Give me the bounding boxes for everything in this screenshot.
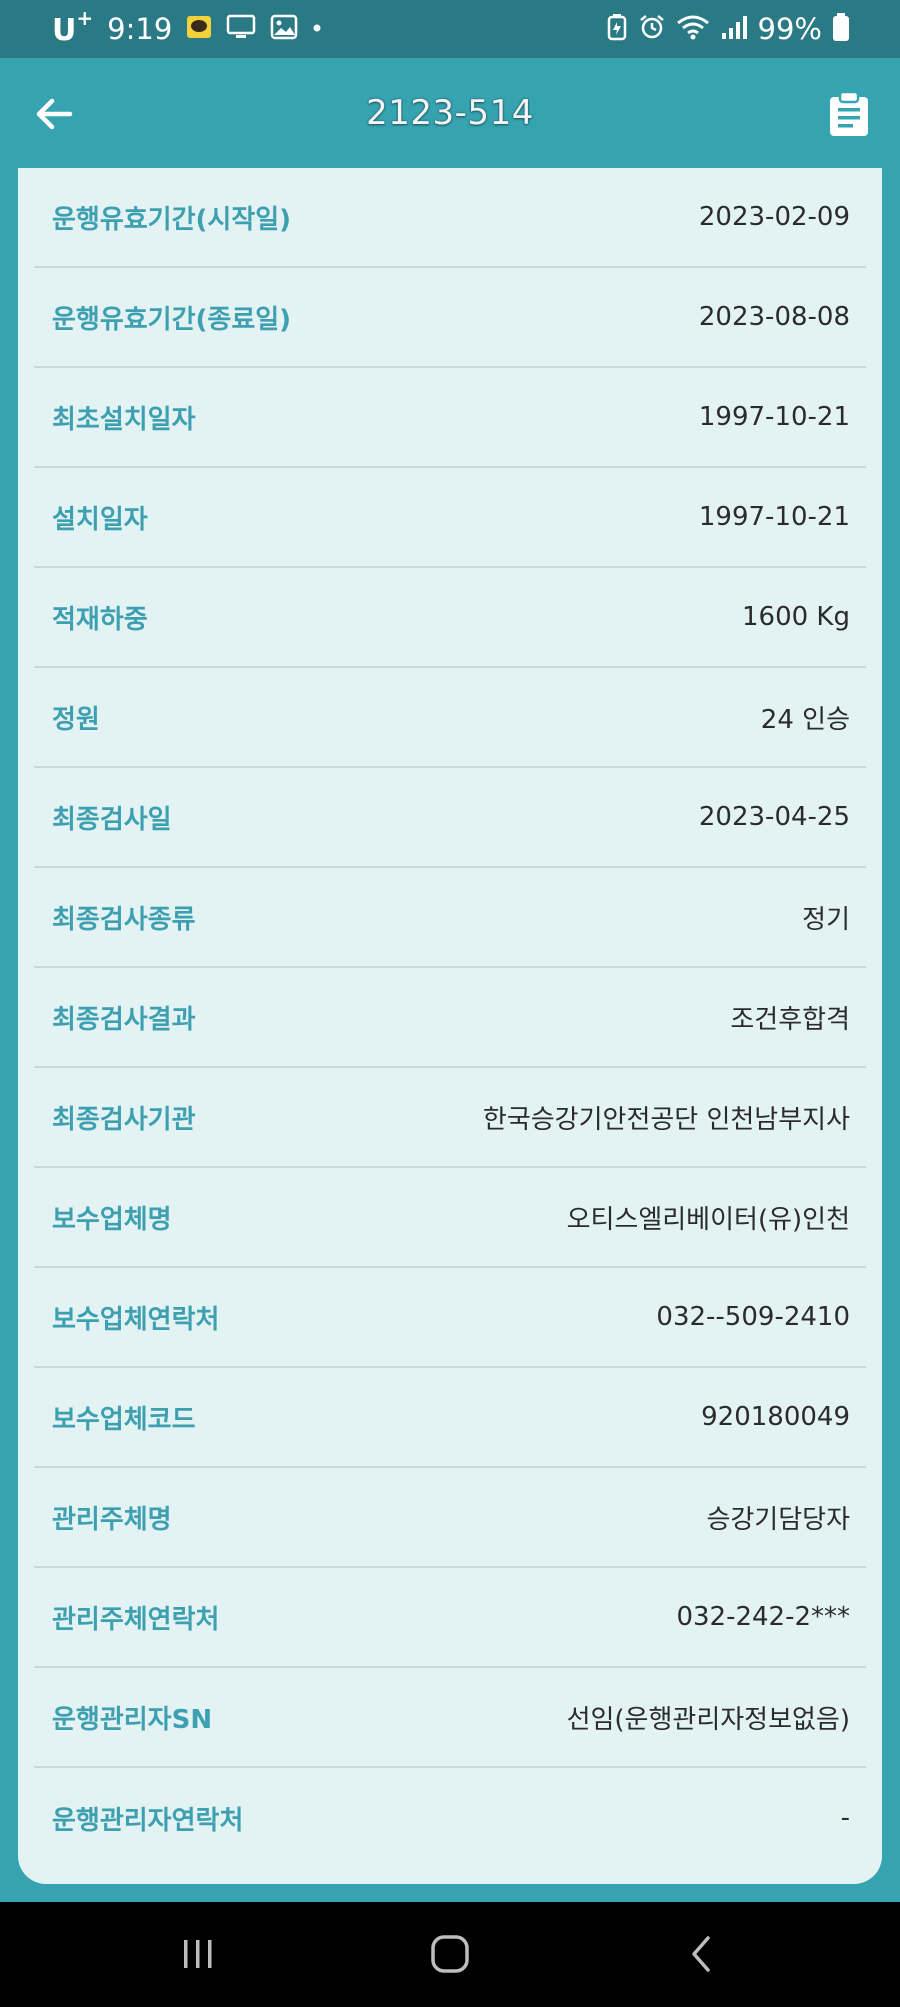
detail-value: 정기 [802, 904, 850, 935]
detail-label: 최종검사기관 [52, 1104, 196, 1135]
detail-row: 관리주체연락처 032-242-2*** [34, 1568, 866, 1668]
recent-apps-button[interactable] [168, 1924, 228, 1984]
status-right: 99% [606, 0, 850, 58]
detail-row: 최종검사기관 한국승강기안전공단 인천남부지사 [34, 1068, 866, 1168]
clipboard-button[interactable] [824, 88, 874, 140]
detail-row: 적재하중 1600 Kg [34, 568, 866, 668]
detail-row: 설치일자 1997-10-21 [34, 468, 866, 568]
detail-label: 관리주체연락처 [52, 1604, 220, 1635]
clock: 9:19 [107, 12, 173, 46]
more-notifications-icon [312, 14, 322, 44]
home-button[interactable] [420, 1924, 480, 1984]
detail-label: 최종검사종류 [52, 904, 196, 935]
detail-value: 승강기담당자 [706, 1504, 850, 1535]
alarm-icon [638, 13, 666, 45]
detail-label: 최종검사결과 [52, 1004, 196, 1035]
home-icon [431, 1935, 469, 1973]
detail-row: 운행관리자연락처 - [34, 1768, 866, 1868]
detail-label: 정원 [52, 704, 100, 735]
detail-value: 2023-02-09 [698, 202, 850, 232]
detail-label: 운행관리자연락처 [52, 1805, 244, 1836]
detail-label: 운행유효기간(종료일) [52, 304, 292, 335]
detail-card: 운행유효기간(시작일) 2023-02-09 운행유효기간(종료일) 2023-… [18, 168, 882, 1884]
talk-notification-icon [186, 14, 212, 44]
detail-label: 보수업체명 [52, 1204, 172, 1235]
detail-label: 최초설치일자 [52, 404, 196, 435]
battery-saver-icon [606, 13, 628, 45]
detail-value: 920180049 [701, 1402, 850, 1432]
clipboard-icon [830, 90, 868, 136]
detail-value: 오티스엘리베이터(유)인천 [566, 1204, 850, 1235]
wifi-icon [676, 13, 710, 45]
detail-row: 운행유효기간(종료일) 2023-08-08 [34, 268, 866, 368]
detail-row: 보수업체명 오티스엘리베이터(유)인천 [34, 1168, 866, 1268]
status-left: U+ 9:19 [52, 0, 322, 58]
signal-icon [720, 13, 748, 45]
detail-value: 선임(운행관리자정보없음) [566, 1704, 850, 1735]
gallery-icon [270, 14, 298, 44]
detail-value: 1997-10-21 [698, 502, 850, 532]
battery-icon [832, 12, 850, 46]
detail-label: 관리주체명 [52, 1504, 172, 1535]
detail-row: 운행관리자SN 선임(운행관리자정보없음) [34, 1668, 866, 1768]
detail-label: 설치일자 [52, 504, 148, 535]
detail-row: 최종검사일 2023-04-25 [34, 768, 866, 868]
arrow-left-icon [36, 98, 73, 130]
battery-percent: 99% [757, 12, 822, 46]
monitor-icon [226, 14, 256, 44]
back-button[interactable] [26, 86, 82, 142]
detail-value: 032-242-2*** [676, 1602, 850, 1632]
detail-value: 1997-10-21 [698, 402, 850, 432]
detail-label: 운행관리자SN [52, 1704, 213, 1735]
system-nav-bar [0, 1902, 900, 2007]
detail-value: 1600 Kg [742, 602, 850, 632]
detail-row: 최초설치일자 1997-10-21 [34, 368, 866, 468]
detail-value: 2023-08-08 [698, 302, 850, 332]
carrier-name: U [52, 13, 77, 48]
detail-label: 적재하중 [52, 604, 148, 635]
nav-back-button[interactable] [672, 1924, 732, 1984]
nav-back-icon [692, 1936, 710, 1972]
detail-row: 최종검사결과 조건후합격 [34, 968, 866, 1068]
page-title: 2123-514 [366, 93, 534, 133]
detail-row: 최종검사종류 정기 [34, 868, 866, 968]
detail-label: 최종검사일 [52, 804, 172, 835]
detail-row: 관리주체명 승강기담당자 [34, 1468, 866, 1568]
detail-value: - [840, 1803, 850, 1833]
detail-value: 조건후합격 [730, 1004, 850, 1035]
detail-value: 032--509-2410 [656, 1302, 850, 1332]
detail-value: 2023-04-25 [698, 802, 850, 832]
app-bar: 2123-514 [0, 58, 900, 168]
status-bar: U+ 9:19 99% [0, 0, 900, 58]
detail-value: 한국승강기안전공단 인천남부지사 [482, 1104, 850, 1135]
carrier-label: U+ [52, 6, 93, 48]
detail-row: 보수업체연락처 032--509-2410 [34, 1268, 866, 1368]
detail-label: 보수업체코드 [52, 1404, 196, 1435]
detail-row: 운행유효기간(시작일) 2023-02-09 [34, 168, 866, 268]
detail-row: 보수업체코드 920180049 [34, 1368, 866, 1468]
carrier-sup: + [76, 6, 94, 30]
recent-apps-icon [184, 1940, 212, 1968]
detail-label: 보수업체연락처 [52, 1304, 220, 1335]
detail-label: 운행유효기간(시작일) [52, 204, 292, 235]
detail-row: 정원 24 인승 [34, 668, 866, 768]
detail-value: 24 인승 [760, 704, 850, 735]
